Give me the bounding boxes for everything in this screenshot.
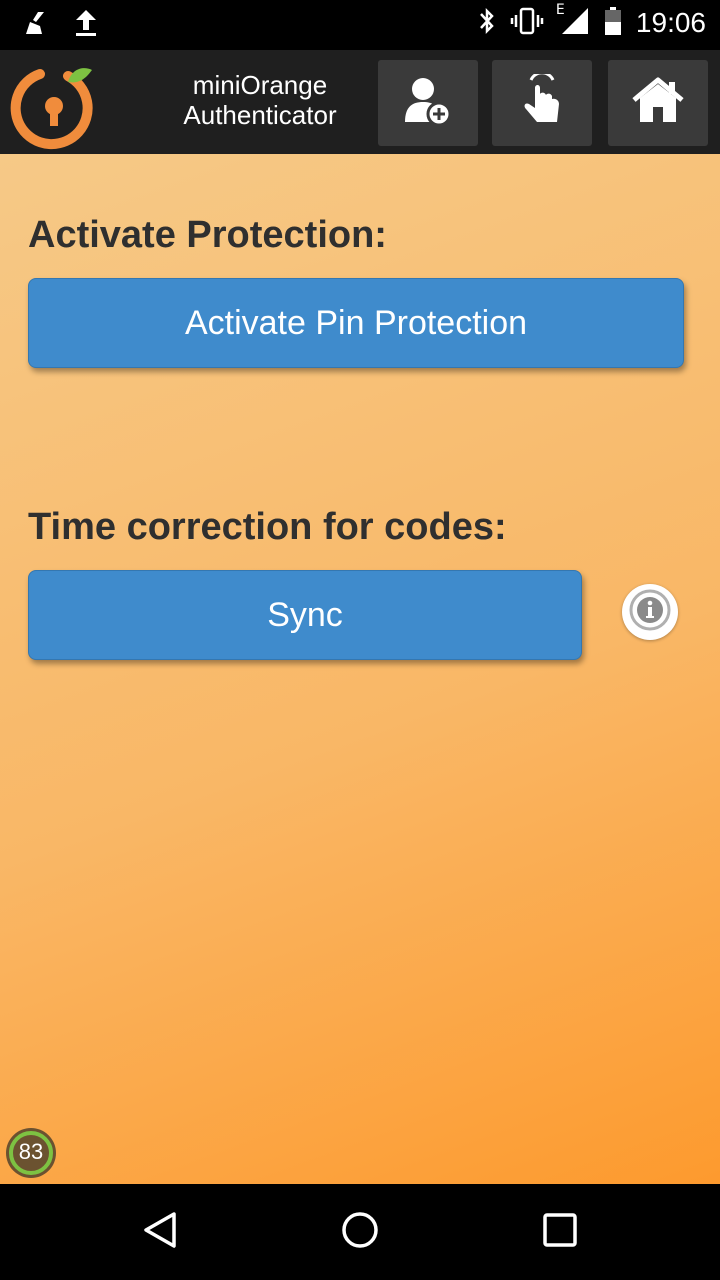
vibrate-icon <box>510 7 544 39</box>
home-circle-icon <box>340 1210 380 1254</box>
recents-icon <box>540 1210 580 1254</box>
bluetooth-icon <box>478 6 496 40</box>
nav-home-button[interactable] <box>340 1212 380 1252</box>
time-correction-label: Time correction for codes: <box>28 506 507 548</box>
battery-icon <box>604 6 622 40</box>
navigation-bar <box>0 1184 720 1280</box>
back-button[interactable] <box>140 1212 180 1252</box>
score-badge[interactable]: 83 <box>4 1126 58 1180</box>
app-bar: miniOrange Authenticator <box>0 50 720 154</box>
broom-icon <box>22 10 48 40</box>
sync-button[interactable]: Sync <box>28 570 582 660</box>
signal-icon: E <box>556 2 590 40</box>
add-user-button[interactable] <box>378 60 478 146</box>
miniorange-logo-icon <box>10 60 100 150</box>
info-button[interactable] <box>622 584 678 640</box>
info-icon <box>628 588 672 636</box>
touch-button[interactable] <box>492 60 592 146</box>
app-title: miniOrange Authenticator <box>183 70 337 130</box>
main-content: Activate Protection: Activate Pin Protec… <box>0 154 720 1184</box>
recents-button[interactable] <box>540 1212 580 1252</box>
home-button[interactable] <box>608 60 708 146</box>
back-icon <box>140 1210 180 1254</box>
upload-icon <box>74 8 98 42</box>
activate-pin-button[interactable]: Activate Pin Protection <box>28 278 684 368</box>
home-icon <box>631 76 685 130</box>
touch-icon <box>519 71 565 132</box>
protection-label: Activate Protection: <box>28 214 387 256</box>
clock: 19:06 <box>635 7 706 38</box>
status-bar: E 19:06 <box>0 0 720 50</box>
score-badge-value: 83 <box>18 1139 44 1164</box>
add-user-icon <box>401 74 455 132</box>
